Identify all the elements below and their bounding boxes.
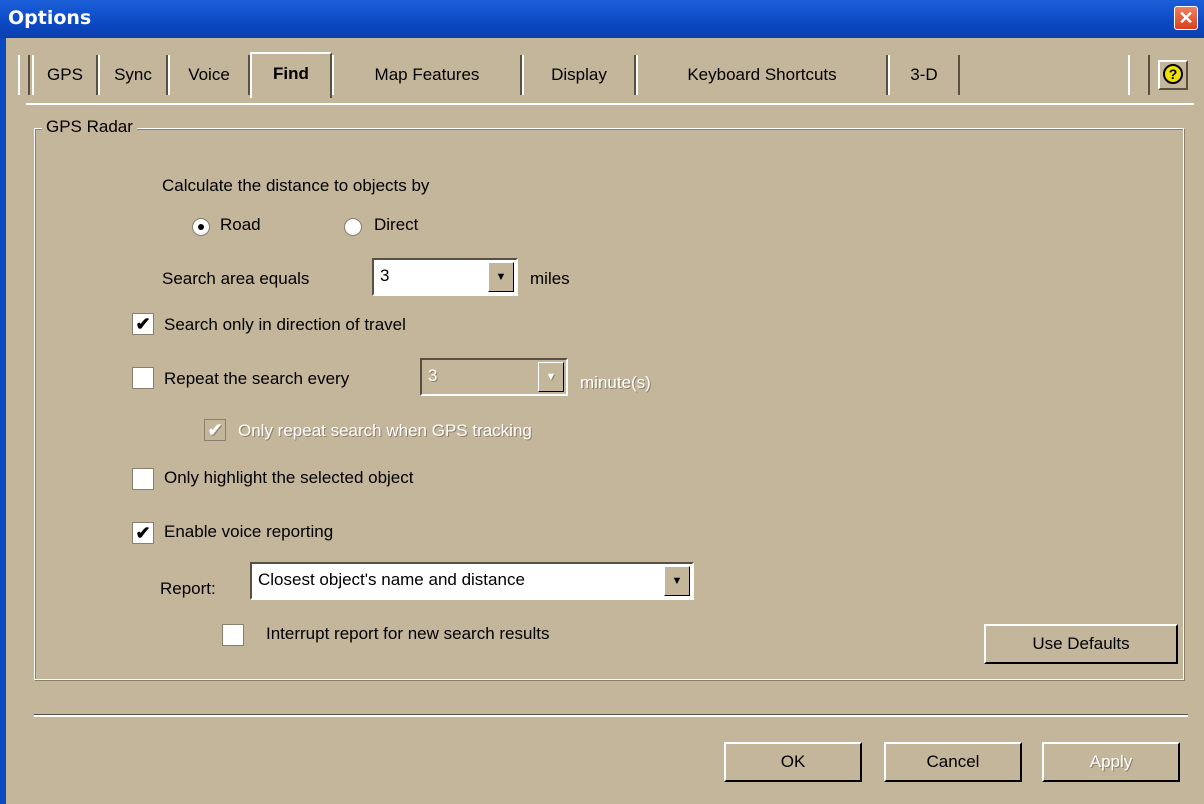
chevron-down-icon[interactable]: ▼ [488,262,514,292]
tab-voice[interactable]: Voice [168,55,250,95]
window-left-border [0,38,6,804]
repeat-search-checkbox[interactable] [132,367,154,389]
voice-reporting-checkbox[interactable]: ✔ [132,522,154,544]
road-radio[interactable] [192,218,210,236]
voice-reporting-label[interactable]: Enable voice reporting [164,522,333,542]
direct-label[interactable]: Direct [374,215,418,235]
road-label[interactable]: Road [220,215,261,235]
help-icon: ? [1163,64,1183,84]
cancel-button[interactable]: Cancel [884,742,1022,782]
search-area-unit: miles [530,269,570,288]
direction-travel-checkbox[interactable]: ✔ [132,313,154,335]
close-button[interactable]: ✕ [1174,6,1198,30]
interrupt-checkbox[interactable] [222,624,244,646]
tab-keyboard-shortcuts[interactable]: Keyboard Shortcuts [636,55,888,95]
tab-scroll-button[interactable] [1128,55,1150,95]
repeat-search-label[interactable]: Repeat the search every [164,369,349,389]
footer-separator [34,714,1188,717]
repeat-interval-dropdown[interactable]: 3 ▼ [420,358,568,396]
search-area-value: 3 [380,266,390,285]
help-button[interactable]: ? [1158,60,1188,90]
report-value: Closest object's name and distance [258,570,525,589]
search-area-label: Search area equals [162,269,310,288]
report-dropdown[interactable]: Closest object's name and distance ▼ [250,562,694,600]
radio-selected-dot [198,224,204,230]
tab-find[interactable]: Find [250,52,332,98]
tab-scroll-stub [18,55,30,95]
apply-button[interactable]: Apply [1042,742,1180,782]
tab-3d[interactable]: 3-D [888,55,960,95]
only-repeat-checkbox[interactable]: ✔ [204,419,226,441]
search-area-dropdown[interactable]: 3 ▼ [372,258,518,296]
options-dialog: Options ✕ GPS Sync Voice Find Map Featur… [0,0,1204,804]
direct-radio[interactable] [344,218,362,236]
only-repeat-label: Only repeat search when GPS tracking [238,421,532,440]
repeat-interval-value: 3 [428,366,438,385]
chevron-down-icon[interactable]: ▼ [664,566,690,596]
window-title: Options [8,7,92,29]
highlight-label[interactable]: Only highlight the selected object [164,468,414,488]
tab-sync[interactable]: Sync [98,55,168,95]
use-defaults-button[interactable]: Use Defaults [984,624,1178,664]
group-label: GPS Radar [42,117,137,137]
report-label: Report: [160,579,216,598]
ok-button[interactable]: OK [724,742,862,782]
tab-display[interactable]: Display [522,55,636,95]
interrupt-label[interactable]: Interrupt report for new search results [266,624,549,644]
tab-map-features[interactable]: Map Features [332,55,522,95]
repeat-interval-unit: minute(s) [580,373,651,392]
highlight-checkbox[interactable] [132,468,154,490]
apply-button-label: Apply [1089,752,1133,771]
direction-travel-label[interactable]: Search only in direction of travel [164,315,406,335]
title-bar: Options [0,0,1204,38]
chevron-down-icon[interactable]: ▼ [538,362,564,392]
tab-strip: GPS Sync Voice Find Map Features Display… [8,40,1202,100]
distance-label: Calculate the distance to objects by [162,176,430,195]
tab-panel-top-edge [26,103,1194,105]
tab-gps[interactable]: GPS [32,55,98,95]
